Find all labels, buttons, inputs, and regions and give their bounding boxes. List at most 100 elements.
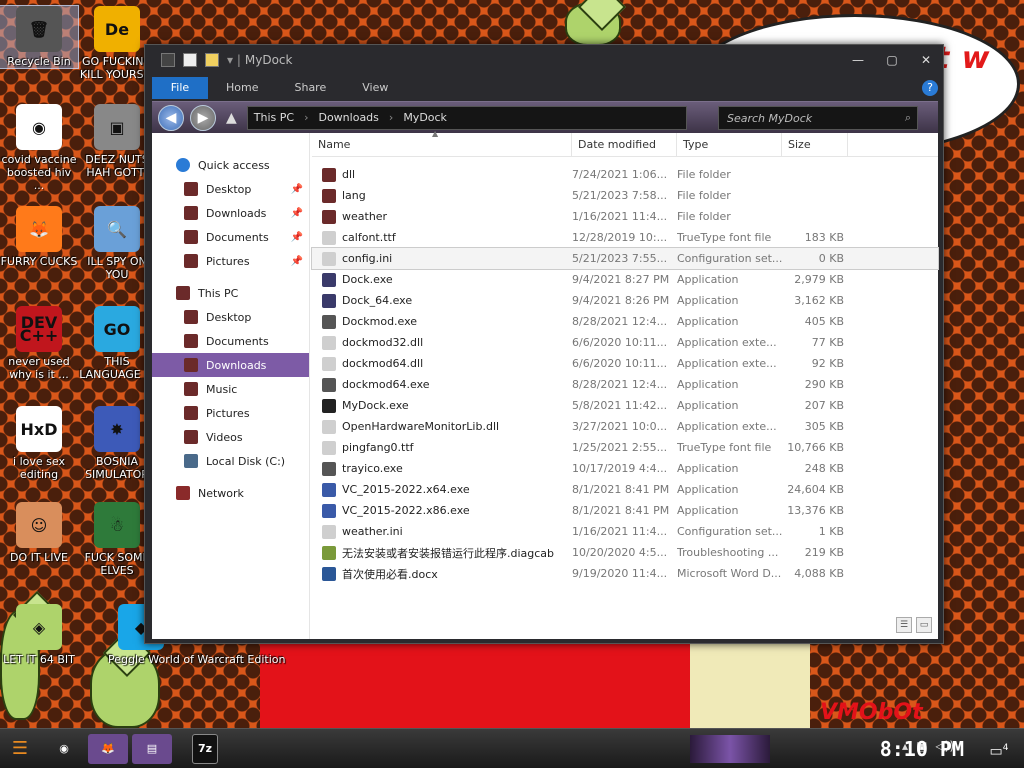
notification-center-icon[interactable]: ▭4 xyxy=(988,737,1010,760)
file-type: Application xyxy=(677,315,739,328)
desktop-icon-covid-vaccine-boosted-hiv[interactable]: ◉ covid vaccine boosted hiv ... xyxy=(0,104,78,192)
nav-item-downloads[interactable]: Downloads xyxy=(152,353,309,377)
file-row[interactable]: dockmod64.exe 8/28/2021 12:4... Applicatio… xyxy=(312,374,938,395)
nav-item-videos[interactable]: Videos xyxy=(152,425,309,449)
desktop-icon-let-it-64-bit[interactable]: ◈ LET IT 64 BIT xyxy=(0,604,78,666)
details-view-icon[interactable]: ☰ xyxy=(896,617,912,633)
search-icon[interactable]: ⌕ xyxy=(905,111,911,125)
nav-item-pictures[interactable]: Pictures 📌 xyxy=(152,249,309,273)
taskbar-chrome-icon[interactable]: ◉ xyxy=(44,734,84,764)
pin-icon[interactable]: 📌 xyxy=(291,232,303,243)
tab-home[interactable]: Home xyxy=(208,77,276,99)
pin-icon[interactable]: 📌 xyxy=(291,184,303,195)
desktop-icon-never-used-why-is-it[interactable]: DEV C++ never used why is it ... xyxy=(0,306,78,381)
file-name: lang xyxy=(342,189,366,202)
nav-item-local-disk-c[interactable]: Local Disk (C:) xyxy=(152,449,309,473)
taskbar-file-explorer-icon[interactable]: ▤ xyxy=(132,733,172,764)
breadcrumb-this-pc[interactable]: This PC xyxy=(254,111,294,124)
file-row[interactable]: 无法安装或者安装报错运行此程序.diagcab 10/20/2020 4:5...… xyxy=(312,542,938,563)
file-row[interactable]: weather 1/16/2021 11:4... File folder xyxy=(312,206,938,227)
taskbar-7-zip-icon[interactable]: 7z xyxy=(192,733,218,764)
clock[interactable]: 8:10 PM xyxy=(880,729,964,768)
wallpaper-red-panel xyxy=(260,640,690,730)
file-row[interactable]: config.ini 5/21/2023 7:55... Configuration… xyxy=(311,247,939,270)
desktop-icon-i-love-sex-editing[interactable]: HxD i love sex editing xyxy=(0,406,78,481)
properties-icon[interactable] xyxy=(183,53,197,67)
icon-glyph: ▣ xyxy=(109,117,125,137)
pin-icon[interactable]: 📌 xyxy=(291,208,303,219)
file-row[interactable]: Dock.exe 9/4/2021 8:27 PM Application 2,979… xyxy=(312,269,938,290)
file-size: 77 KB xyxy=(811,336,844,349)
file-row[interactable]: trayico.exe 10/17/2019 4:4... Application 2… xyxy=(312,458,938,479)
column-size[interactable]: Size xyxy=(782,133,848,157)
dll-icon xyxy=(322,419,336,434)
file-row[interactable]: pingfang0.ttf 1/25/2021 2:55... TrueType f… xyxy=(312,437,938,458)
nav-item-label: Network xyxy=(198,486,244,500)
icon-glyph: 🦊 xyxy=(29,219,49,239)
column-date-modified[interactable]: Date modified xyxy=(572,133,677,157)
breadcrumb-mydock[interactable]: MyDock xyxy=(403,111,447,124)
tab-share[interactable]: Share xyxy=(276,77,344,99)
file-row[interactable]: calfont.ttf 12/28/2019 10:... TrueType fon… xyxy=(312,227,938,248)
title-bar[interactable]: ▾ | MyDock xyxy=(145,45,943,75)
file-name-cell: VC_2015-2022.x86.exe xyxy=(312,503,572,518)
file-explorer-window[interactable]: ▾ | MyDock — ▢ ✕ File Home Share View ? … xyxy=(144,44,944,644)
up-arrow-icon[interactable]: ▲ xyxy=(226,110,237,126)
column-header: ▲ Name Date modified Type Size xyxy=(312,129,938,157)
minimize-button[interactable]: — xyxy=(841,49,875,71)
file-row[interactable]: VC_2015-2022.x86.exe 8/1/2021 8:41 PM Appl… xyxy=(312,500,938,521)
file-row[interactable]: OpenHardwareMonitorLib.dll 3/27/2021 10:0… xyxy=(312,416,938,437)
nav-item-network[interactable]: Network xyxy=(152,481,309,505)
help-icon[interactable]: ? xyxy=(922,80,938,96)
file-row[interactable]: 首次使用必看.docx 9/19/2020 11:4... Microsoft Wo… xyxy=(312,563,938,584)
column-name[interactable]: Name xyxy=(312,133,572,157)
diagcab-icon xyxy=(322,545,336,560)
nav-item-downloads[interactable]: Downloads 📌 xyxy=(152,201,309,225)
nav-item-documents[interactable]: Documents xyxy=(152,329,309,353)
new-folder-icon[interactable] xyxy=(205,53,219,67)
file-row[interactable]: lang 5/21/2023 7:58... File folder xyxy=(312,185,938,206)
file-name-cell: OpenHardwareMonitorLib.dll xyxy=(312,419,572,434)
quick-access-dropdown-icon[interactable]: ▾ | xyxy=(227,53,241,67)
file-row[interactable]: dockmod32.dll 6/6/2020 10:11... Applicatio… xyxy=(312,332,938,353)
desktop-icon-recycle-bin[interactable]: 🗑 Recycle Bin xyxy=(0,5,79,69)
nav-item-music[interactable]: Music xyxy=(152,377,309,401)
file-date: 9/4/2021 8:26 PM xyxy=(572,294,670,307)
nav-item-desktop[interactable]: Desktop 📌 xyxy=(152,177,309,201)
nav-item-desktop[interactable]: Desktop xyxy=(152,305,309,329)
breadcrumb[interactable]: This PC › Downloads › MyDock xyxy=(246,105,687,130)
taskbar-firefox-icon[interactable]: 🦊 xyxy=(88,733,128,764)
file-row[interactable]: VC_2015-2022.x64.exe 8/1/2021 8:41 PM Appl… xyxy=(312,479,938,500)
large-icons-view-icon[interactable]: ▭ xyxy=(916,617,932,633)
breadcrumb-downloads[interactable]: Downloads xyxy=(318,111,378,124)
maximize-button[interactable]: ▢ xyxy=(875,49,909,71)
column-type[interactable]: Type xyxy=(677,133,782,157)
desktop-icon-do-it-live[interactable]: ☺ DO IT LIVE xyxy=(0,502,78,564)
file-row[interactable]: weather.ini 1/16/2021 11:4... Configuratio… xyxy=(312,521,938,542)
dll-icon xyxy=(322,356,336,371)
forward-button[interactable]: ▶ xyxy=(190,104,216,131)
tab-file[interactable]: File xyxy=(152,77,208,99)
close-button[interactable]: ✕ xyxy=(909,49,943,71)
file-date: 5/21/2023 7:55... xyxy=(572,252,668,265)
back-button[interactable]: ◀ xyxy=(158,104,184,131)
nav-item-documents[interactable]: Documents 📌 xyxy=(152,225,309,249)
search-input[interactable]: Search MyDock ⌕ xyxy=(718,106,918,130)
file-row[interactable]: Dock_64.exe 9/4/2021 8:26 PM Application 3,… xyxy=(312,290,938,311)
file-date: 5/21/2023 7:58... xyxy=(572,189,668,202)
pin-icon[interactable]: 📌 xyxy=(291,256,303,267)
start-button[interactable]: ☰ xyxy=(0,729,40,768)
nav-item-quick-access[interactable]: Quick access xyxy=(152,153,309,177)
nav-item-pictures[interactable]: Pictures xyxy=(152,401,309,425)
tab-view[interactable]: View xyxy=(344,77,406,99)
file-name: Dock_64.exe xyxy=(342,294,413,307)
file-row[interactable]: dockmod64.dll 6/6/2020 10:11... Applicatio… xyxy=(312,353,938,374)
documents-icon xyxy=(184,230,198,244)
desktop-icon-furry-cucks[interactable]: 🦊 FURRY CUCKS xyxy=(0,206,78,268)
file-row[interactable]: dll 7/24/2021 1:06... File folder xyxy=(312,164,938,185)
file-row[interactable]: Dockmod.exe 8/28/2021 12:4... Application 4… xyxy=(312,311,938,332)
nav-item-this-pc[interactable]: This PC xyxy=(152,281,309,305)
file-row[interactable]: MyDock.exe 5/8/2021 11:42... Application 20… xyxy=(312,395,938,416)
icon-glyph: ◈ xyxy=(32,617,46,637)
file-size: 10,766 KB xyxy=(787,441,844,454)
